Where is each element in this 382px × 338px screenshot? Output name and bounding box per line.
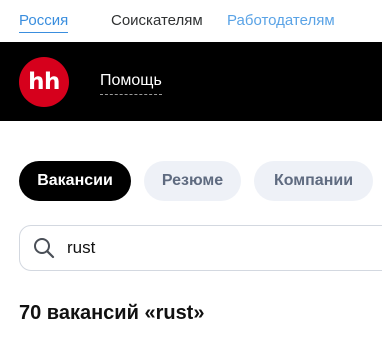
- tab-companies[interactable]: Компании: [254, 161, 373, 201]
- job-seekers-link[interactable]: Соискателям: [111, 12, 203, 30]
- help-link[interactable]: Помощь: [100, 71, 162, 95]
- hh-logo[interactable]: hh: [19, 57, 69, 107]
- top-navigation: Россия Соискателям Работодателям: [0, 0, 382, 42]
- tab-vacancies[interactable]: Вакансии: [19, 161, 131, 201]
- search-icon: [34, 238, 55, 259]
- tab-resume[interactable]: Резюме: [144, 161, 241, 201]
- region-link[interactable]: Россия: [19, 12, 69, 33]
- search-input[interactable]: [67, 237, 367, 259]
- results-count-title: 70 вакансий «rust»: [19, 302, 205, 324]
- logo-text: hh: [28, 69, 60, 95]
- employers-link[interactable]: Работодателям: [227, 12, 335, 30]
- site-header: hh Помощь: [0, 42, 382, 121]
- search-box[interactable]: [19, 225, 382, 271]
